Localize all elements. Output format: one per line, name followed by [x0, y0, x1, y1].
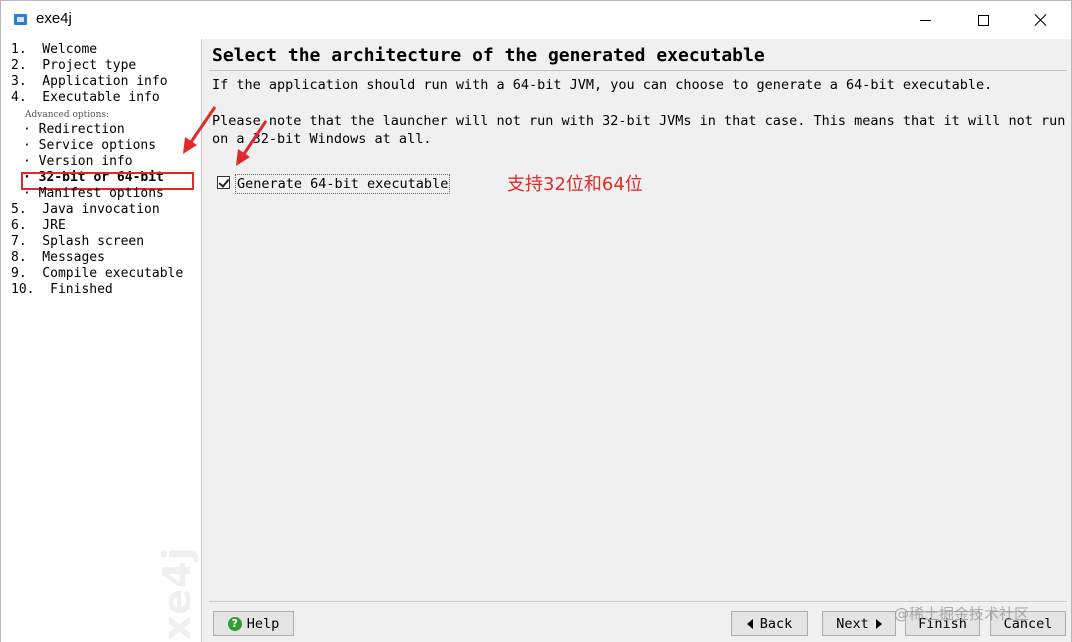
step-redirection[interactable]: · Redirection	[23, 122, 125, 138]
help-label: Help	[246, 615, 280, 632]
wizard-step-list: 1. Welcome 2. Project type 3. Applicatio…	[1, 39, 202, 642]
close-button[interactable]	[1012, 1, 1070, 39]
app-icon	[14, 14, 27, 25]
step-application-info[interactable]: 3. Application info	[11, 74, 168, 90]
bottom-divider	[209, 601, 1067, 602]
next-button[interactable]: Next	[822, 611, 896, 636]
site-watermark: @稀土掘金技术社区	[894, 605, 1030, 623]
help-button[interactable]: ? Help	[213, 611, 294, 636]
maximize-icon	[977, 14, 989, 26]
window-title: exe4j	[36, 10, 72, 27]
exe4j-window: exe4j 1. Welcome 2. Project type 3. Appl…	[0, 0, 1072, 642]
step-service-options[interactable]: · Service options	[23, 138, 156, 154]
step-splash-screen[interactable]: 7. Splash screen	[11, 234, 144, 250]
generate-64bit-label[interactable]: Generate 64-bit executable	[235, 174, 451, 194]
check-icon	[218, 176, 230, 188]
step-version-info[interactable]: · Version info	[23, 154, 133, 170]
step-compile-executable[interactable]: 9. Compile executable	[11, 266, 183, 282]
step-java-invocation[interactable]: 5. Java invocation	[11, 202, 160, 218]
close-icon	[1034, 13, 1048, 27]
note-line-2: on a 32-bit Windows at all.	[212, 131, 432, 147]
note-line-1: Please note that the launcher will not r…	[212, 113, 1066, 129]
minimize-button[interactable]	[896, 1, 954, 39]
next-arrow-icon	[875, 618, 882, 629]
step-welcome[interactable]: 1. Welcome	[11, 42, 97, 58]
step-jre[interactable]: 6. JRE	[11, 218, 66, 234]
step-manifest-options[interactable]: · Manifest options	[23, 186, 164, 202]
back-arrow-icon	[746, 618, 753, 629]
advanced-options-label: Advanced options:	[25, 110, 110, 120]
main-panel: Select the architecture of the generated…	[202, 39, 1071, 642]
step-executable-info[interactable]: 4. Executable info	[11, 90, 160, 106]
exe4j-watermark-logo: exe4j	[155, 546, 199, 642]
step-finished[interactable]: 10. Finished	[11, 282, 113, 298]
next-label: Next	[836, 615, 869, 632]
step-project-type[interactable]: 2. Project type	[11, 58, 136, 74]
back-label: Back	[759, 615, 793, 632]
back-button[interactable]: Back	[731, 611, 808, 636]
title-divider	[209, 70, 1067, 71]
description-64bit: If the application should run with a 64-…	[212, 77, 993, 93]
help-icon: ?	[227, 616, 242, 631]
generate-64bit-checkbox[interactable]	[217, 176, 230, 189]
annotation-text: 支持32位和64位	[507, 174, 643, 195]
minimize-icon	[919, 19, 931, 21]
title-bar: exe4j	[1, 1, 1071, 39]
maximize-button[interactable]	[954, 1, 1012, 39]
step-messages[interactable]: 8. Messages	[11, 250, 105, 266]
page-title: Select the architecture of the generated…	[212, 45, 765, 66]
